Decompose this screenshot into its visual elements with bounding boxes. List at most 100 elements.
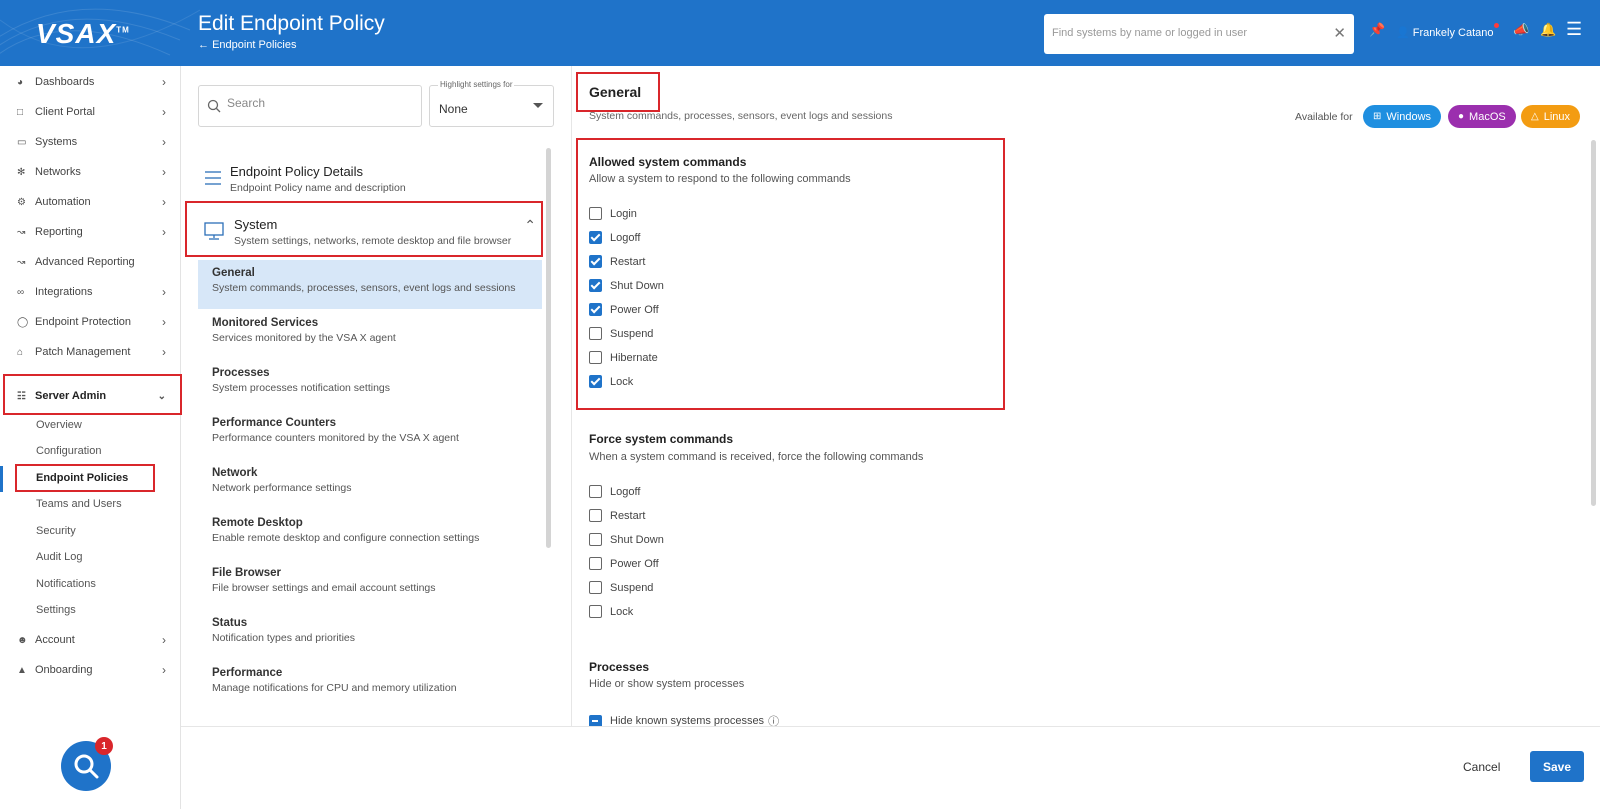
force-restart-checkbox[interactable]: Restart <box>589 509 645 522</box>
pin-icon[interactable]: 📌 <box>1369 22 1385 38</box>
allowed-suspend-checkbox[interactable]: Suspend <box>589 327 653 340</box>
logo-text: VSAX <box>36 18 117 49</box>
user-menu[interactable]: 👤 Frankely Catano <box>1396 23 1500 39</box>
force-power-off-checkbox[interactable]: Power Off <box>589 557 659 570</box>
checkbox-box <box>589 327 602 340</box>
highlight-settings-select[interactable]: Highlight settings for None <box>429 80 554 127</box>
clear-search-icon[interactable]: ✕ <box>1333 24 1346 42</box>
force-suspend-checkbox[interactable]: Suspend <box>589 581 653 594</box>
force-commands-desc: When a system command is received, force… <box>589 451 924 463</box>
sidebar-item-integrations[interactable]: ∞ Integrations › <box>0 277 180 307</box>
allowed-power-off-checkbox[interactable]: Power Off <box>589 303 659 316</box>
sidebar-item-advanced-reporting[interactable]: ↝ Advanced Reporting <box>0 247 180 277</box>
chevron-right-icon: › <box>162 315 166 329</box>
menu-item-performance[interactable]: Performance Manage notifications for CPU… <box>198 660 542 709</box>
sidebar-item-automation[interactable]: ⚙ Automation › <box>0 187 180 217</box>
sidebar-item-dashboards[interactable]: ◕ Dashboards › <box>0 67 180 97</box>
right-scrollbar[interactable] <box>1591 140 1596 506</box>
global-search: ✕ <box>1044 14 1354 54</box>
save-button[interactable]: Save <box>1530 751 1584 782</box>
item-title: Monitored Services <box>212 317 319 329</box>
megaphone-icon[interactable]: 📣 <box>1513 22 1529 38</box>
chart-icon: ↝ <box>17 256 26 268</box>
highlight-box-system <box>185 201 543 257</box>
sidebar-item-reporting[interactable]: ↝ Reporting › <box>0 217 180 247</box>
sub-item-security[interactable]: Security <box>36 525 76 537</box>
menu-item-monitored-services[interactable]: Monitored Services Services monitored by… <box>198 310 542 359</box>
menu-item-general[interactable]: General System commands, processes, sens… <box>198 260 542 309</box>
sidebar-item-onboarding[interactable]: ▲ Onboarding › <box>0 655 180 685</box>
menu-item-file-browser[interactable]: File Browser File browser settings and e… <box>198 560 542 609</box>
user-icon: 👤 <box>1396 27 1410 39</box>
item-desc: File browser settings and email account … <box>212 582 436 594</box>
highlight-settings-label: Highlight settings for <box>438 80 515 89</box>
settings-search-input[interactable] <box>227 96 407 110</box>
search-icon <box>207 99 221 113</box>
sub-item-configuration[interactable]: Configuration <box>36 445 101 457</box>
sub-item-settings[interactable]: Settings <box>36 604 76 616</box>
apple-icon: ● <box>1458 111 1465 122</box>
menu-item-status[interactable]: Status Notification types and priorities <box>198 610 542 659</box>
section-endpoint-policy-details[interactable]: Endpoint Policy Details Endpoint Policy … <box>198 164 542 194</box>
checkbox-label: Login <box>610 207 637 220</box>
sub-item-audit-log[interactable]: Audit Log <box>36 551 82 563</box>
section-desc: Endpoint Policy name and description <box>230 182 406 194</box>
checkbox-label: Power Off <box>610 557 659 570</box>
middle-scrollbar[interactable] <box>546 148 551 548</box>
vsax-logo[interactable]: VSAXTM <box>36 18 130 50</box>
menu-item-remote-desktop[interactable]: Remote Desktop Enable remote desktop and… <box>198 510 542 559</box>
item-title: General <box>212 267 255 279</box>
sidebar-item-label: Client Portal <box>35 106 95 118</box>
help-search-button[interactable]: 1 <box>61 737 113 791</box>
chevron-right-icon: › <box>162 75 166 89</box>
os-label: Windows <box>1386 110 1432 123</box>
dropdown-caret-icon <box>533 103 543 108</box>
highlight-box-general-title <box>576 72 660 112</box>
sidebar-item-label: Integrations <box>35 286 93 298</box>
hamburger-menu-icon[interactable]: ☰ <box>1566 19 1582 40</box>
graduation-icon: ▲ <box>17 664 27 676</box>
page-title: Edit Endpoint Policy <box>198 12 385 35</box>
allowed-shut-down-checkbox[interactable]: Shut Down <box>589 279 664 292</box>
bell-icon[interactable]: 🔔 <box>1540 22 1556 38</box>
allowed-hibernate-checkbox[interactable]: Hibernate <box>589 351 658 364</box>
menu-item-processes[interactable]: Processes System processes notification … <box>198 360 542 409</box>
sidebar-item-patch-management[interactable]: ⌂ Patch Management › <box>0 337 180 367</box>
menu-item-network[interactable]: Network Network performance settings <box>198 460 542 509</box>
help-badge: 1 <box>95 737 113 755</box>
force-lock-checkbox[interactable]: Lock <box>589 605 633 618</box>
list-icon <box>205 171 221 185</box>
sidebar-item-systems[interactable]: ▭ Systems › <box>0 127 180 157</box>
allowed-restart-checkbox[interactable]: Restart <box>589 255 645 268</box>
sidebar-item-endpoint-protection[interactable]: ◯ Endpoint Protection › <box>0 307 180 337</box>
highlight-box-server-admin <box>3 374 182 415</box>
sidebar-item-client-portal[interactable]: □ Client Portal › <box>0 97 180 127</box>
notification-dot <box>1494 23 1500 28</box>
logo-tm: TM <box>116 25 130 35</box>
chevron-right-icon: › <box>162 663 166 677</box>
windows-icon: ⊞ <box>1373 111 1382 122</box>
global-search-input[interactable] <box>1044 14 1314 52</box>
sidebar-item-account[interactable]: ☻ Account › <box>0 625 180 655</box>
allowed-lock-checkbox[interactable]: Lock <box>589 375 633 388</box>
item-desc: System commands, processes, sensors, eve… <box>212 282 516 294</box>
chevron-right-icon: › <box>162 225 166 239</box>
sub-item-notifications[interactable]: Notifications <box>36 578 96 590</box>
allowed-logoff-checkbox[interactable]: Logoff <box>589 231 640 244</box>
item-title: Performance Counters <box>212 417 336 429</box>
sidebar-item-label: Advanced Reporting <box>35 256 135 268</box>
sub-item-overview[interactable]: Overview <box>36 419 82 431</box>
menu-item-performance-counters[interactable]: Performance Counters Performance counter… <box>198 410 542 459</box>
sub-item-teams-and-users[interactable]: Teams and Users <box>36 498 122 510</box>
checkbox-label: Suspend <box>610 327 654 340</box>
force-logoff-checkbox[interactable]: Logoff <box>589 485 640 498</box>
sidebar-item-networks[interactable]: ✻ Networks › <box>0 157 180 187</box>
checkbox-box <box>589 351 602 364</box>
allowed-login-checkbox[interactable]: Login <box>589 207 637 220</box>
force-shut-down-checkbox[interactable]: Shut Down <box>589 533 664 546</box>
cancel-button[interactable]: Cancel <box>1463 760 1500 774</box>
monitor-icon: ▭ <box>17 136 27 148</box>
checkbox-box <box>589 375 602 388</box>
item-title: Status <box>212 617 248 629</box>
breadcrumb-back-link[interactable]: ← Endpoint Policies <box>198 39 296 51</box>
